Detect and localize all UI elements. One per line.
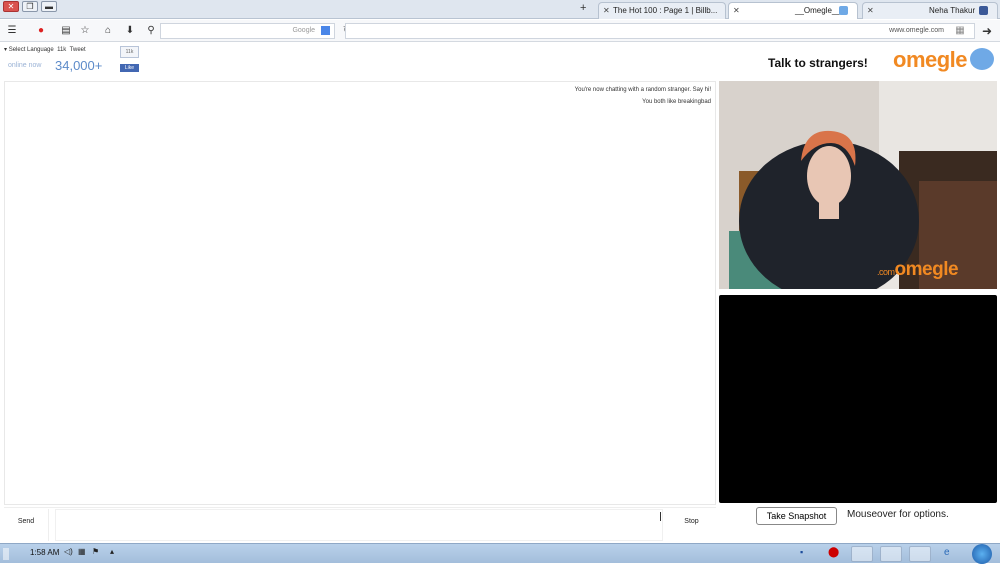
adblock-icon[interactable]: ● bbox=[34, 24, 48, 38]
google-icon bbox=[321, 25, 330, 35]
app-icon[interactable]: ▪ bbox=[800, 547, 803, 557]
search-input[interactable]: Google bbox=[160, 23, 335, 39]
facebook-icon bbox=[979, 6, 988, 15]
search-placeholder: Google bbox=[292, 27, 316, 34]
clock: 1:58 AM bbox=[30, 548, 60, 557]
online-count: 34,000+ bbox=[55, 58, 103, 73]
self-video[interactable] bbox=[719, 295, 997, 503]
message-input[interactable] bbox=[55, 509, 663, 541]
show-desktop-button[interactable] bbox=[3, 548, 9, 560]
download-icon[interactable]: ⬇ bbox=[123, 24, 137, 38]
tray-expand-icon[interactable]: ▴ bbox=[110, 547, 114, 556]
text-cursor bbox=[660, 512, 661, 521]
tab-facebook[interactable]: ✕ Neha Thakur bbox=[862, 2, 998, 19]
tab-label: Neha Thakur bbox=[929, 6, 976, 15]
tab-billboard[interactable]: ✕ The Hot 100 : Page 1 | Billb... bbox=[598, 2, 726, 19]
nav-bar: ☰ ● ▤ ☆ ⌂ ⬇ ⚲ Google ↻ www.omegle.com ▦ … bbox=[0, 20, 1000, 42]
taskbar-app-button[interactable] bbox=[851, 546, 873, 562]
tab-bar: ✕ ❐ ▬ + ✕ The Hot 100 : Page 1 | Billb..… bbox=[0, 0, 1000, 19]
volume-icon[interactable]: ◁) bbox=[64, 547, 73, 556]
close-window-button[interactable]: ✕ bbox=[3, 1, 19, 12]
share-count: 11k bbox=[125, 49, 134, 55]
close-tab-icon[interactable]: ✕ bbox=[603, 3, 610, 18]
taskbar-explorer-button[interactable] bbox=[880, 546, 902, 562]
video-watermark: .comomegle bbox=[877, 259, 959, 281]
chat-status-line: You're now chatting with a random strang… bbox=[574, 87, 711, 93]
language-label: Select Language bbox=[8, 47, 54, 53]
tweet-label[interactable]: Tweet bbox=[70, 47, 86, 53]
tab-label: __Omegle__ bbox=[795, 6, 841, 15]
restore-window-button[interactable]: ❐ bbox=[22, 1, 38, 12]
omegle-icon bbox=[839, 6, 848, 15]
stranger-video[interactable]: .comomegle bbox=[719, 81, 997, 289]
taskbar-browser-button[interactable] bbox=[909, 546, 931, 562]
take-snapshot-button[interactable]: Take Snapshot bbox=[756, 507, 837, 525]
send-button[interactable]: Send bbox=[4, 509, 49, 541]
site-info-icon[interactable]: ▦ bbox=[953, 24, 967, 38]
search-icon[interactable]: ⚲ bbox=[144, 24, 158, 38]
omegle-logo-icon bbox=[970, 48, 994, 70]
share-count-box: 11k bbox=[120, 46, 139, 58]
home-icon[interactable]: ⌂ bbox=[101, 24, 115, 38]
network-icon[interactable]: ▦ bbox=[78, 547, 86, 556]
menu-icon[interactable]: ☰ bbox=[5, 24, 19, 38]
like-label: Like bbox=[124, 65, 135, 71]
new-tab-button[interactable]: + bbox=[580, 2, 586, 14]
watermark-suffix: .com bbox=[877, 267, 895, 277]
stop-button[interactable]: Stop bbox=[668, 509, 715, 541]
url-text: www.omegle.com bbox=[889, 27, 944, 34]
tagline: Talk to strangers! bbox=[768, 56, 868, 70]
tab-label: The Hot 100 : Page 1 | Billb... bbox=[613, 6, 718, 15]
omegle-logo[interactable]: omegle bbox=[893, 47, 968, 73]
language-selector[interactable]: ▾ Select Language 11k Tweet bbox=[4, 46, 86, 53]
url-bar[interactable]: www.omegle.com bbox=[345, 23, 975, 39]
online-label: online now bbox=[8, 62, 42, 69]
stranger-video-frame bbox=[719, 81, 997, 289]
chat-status-line: You both like breakingbad bbox=[642, 99, 711, 105]
security-icon[interactable]: ⚑ bbox=[92, 547, 99, 556]
close-tab-icon[interactable]: ✕ bbox=[867, 3, 874, 18]
opera-icon[interactable]: ⬤ bbox=[828, 547, 839, 558]
chat-log: You're now chatting with a random strang… bbox=[4, 81, 716, 505]
minimize-window-button[interactable]: ▬ bbox=[41, 1, 57, 12]
start-button[interactable] bbox=[972, 544, 992, 564]
bookmark-star-icon[interactable]: ☆ bbox=[78, 24, 92, 38]
tab-omegle[interactable]: ✕ __Omegle__ bbox=[728, 2, 858, 19]
ie-icon[interactable]: e bbox=[944, 547, 950, 558]
like-count: 11k bbox=[57, 47, 67, 53]
taskbar: ◁) ▦ ⚑ ▴ ▪ ⬤ e bbox=[0, 543, 1000, 564]
close-tab-icon[interactable]: ✕ bbox=[733, 3, 740, 18]
clipboard-icon[interactable]: ▤ bbox=[59, 24, 73, 38]
mouseover-hint: Mouseover for options. bbox=[847, 509, 949, 520]
back-icon[interactable]: ➜ bbox=[980, 24, 994, 38]
like-button[interactable]: Like bbox=[120, 64, 139, 72]
watermark-text: omegle bbox=[894, 259, 959, 280]
